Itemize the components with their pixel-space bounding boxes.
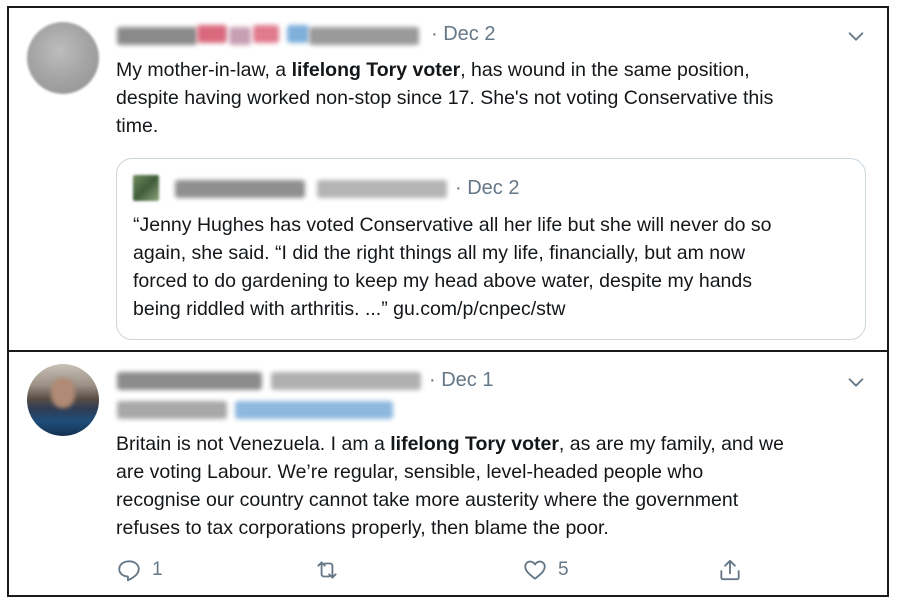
quoted-text-line: being riddled with arthritis. ...” gu.co…: [133, 298, 566, 320]
retweet-button[interactable]: [314, 557, 350, 583]
tweet-text-line: refuses to tax corporations properly, th…: [116, 517, 609, 539]
reply-icon: [118, 560, 140, 582]
tweet-1[interactable]: · Dec 2 My mother-in-law, a lifelong Tor…: [7, 6, 889, 352]
quoted-avatar[interactable]: [133, 175, 159, 201]
avatar-face: [51, 378, 75, 408]
retweet-icon: [317, 561, 337, 579]
tweet-text-line: Britain is not Venezuela. I am a lifelon…: [116, 430, 784, 458]
tweet-text-segment: Britain is not Venezuela. I am a: [116, 433, 391, 455]
tweet-text-segment: My mother-in-law, a: [116, 59, 292, 81]
reply-count: 1: [152, 559, 163, 580]
tweet-date[interactable]: · Dec 1: [429, 369, 493, 392]
bold-phrase: lifelong Tory voter: [291, 59, 461, 81]
tweet-text-line: despite having worked non-stop since 17.…: [116, 87, 774, 109]
quoted-date[interactable]: · Dec 2: [455, 177, 519, 200]
chevron-down-icon[interactable]: [845, 371, 867, 393]
bold-phrase: lifelong Tory voter: [390, 433, 559, 455]
tweet-text-line: recognise our country cannot take more a…: [116, 489, 739, 511]
tweet-text-segment: , as are my family, and we: [558, 433, 784, 455]
tweet-text-segment: , has wound in the same position,: [460, 59, 750, 81]
like-count: 5: [558, 559, 569, 580]
tweet-date[interactable]: · Dec 2: [431, 23, 495, 46]
avatar[interactable]: [27, 22, 99, 94]
avatar[interactable]: [27, 364, 99, 436]
share-icon: [720, 559, 740, 581]
tweet-2[interactable]: · Dec 1 Britain is not Venezuela. I am a…: [7, 350, 889, 597]
quoted-tweet[interactable]: · Dec 2 “Jenny Hughes has voted Conserva…: [116, 158, 866, 340]
quoted-text-line: forced to do gardening to keep my head a…: [133, 270, 752, 292]
tweet-text-line: time.: [116, 115, 159, 137]
share-button[interactable]: [717, 557, 743, 583]
tweet-text-line: are voting Labour. We’re regular, sensib…: [116, 461, 704, 483]
heart-icon: [524, 560, 546, 580]
chevron-down-icon[interactable]: [845, 25, 867, 47]
like-button[interactable]: 5: [522, 557, 569, 583]
quoted-text-line: again, she said. “I did the right things…: [133, 242, 746, 264]
tweet-text-line: My mother-in-law, a lifelong Tory voter,…: [116, 56, 750, 84]
quoted-text-line: “Jenny Hughes has voted Conservative all…: [133, 214, 772, 236]
reply-button[interactable]: 1: [116, 557, 163, 583]
